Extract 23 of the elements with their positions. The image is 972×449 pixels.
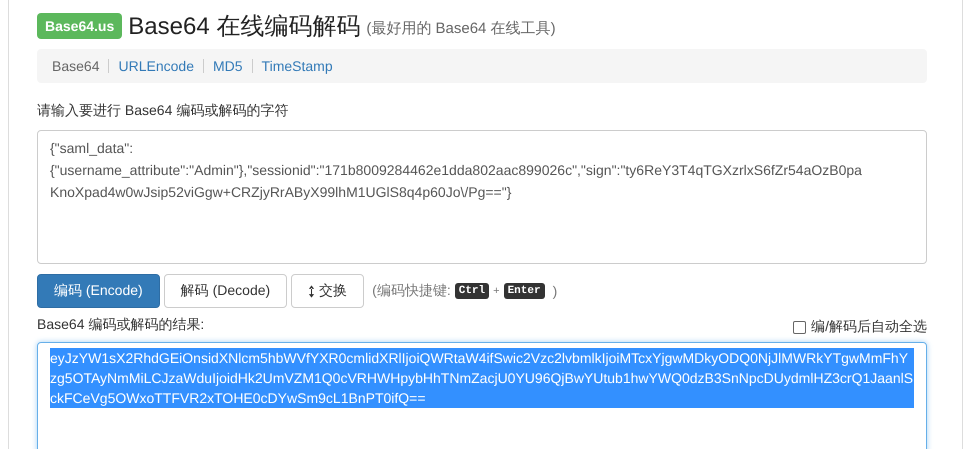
nav-link[interactable]: URLEncode — [118, 58, 194, 74]
nav-link[interactable]: Base64 — [52, 58, 100, 74]
plus-sign: + — [493, 285, 500, 297]
shortcut-hint: (编码快捷键: — [372, 282, 451, 300]
output-label: Base64 编码或解码的结果: — [37, 316, 204, 334]
page-subtitle: (最好用的 Base64 在线工具) — [366, 18, 556, 38]
logo-badge[interactable]: Base64.us — [37, 13, 122, 39]
nav-link[interactable]: TimeStamp — [262, 58, 333, 74]
swap-button[interactable]: 交换 — [291, 274, 364, 308]
checkbox-label: 编/解码后自动全选 — [811, 318, 927, 336]
encode-button[interactable]: 编码 (Encode) — [37, 274, 160, 308]
page-title: Base64 在线编码解码 — [128, 12, 360, 42]
nav-link[interactable]: MD5 — [212, 58, 243, 74]
output-text: eyJzYW1sX2RhdGEiOnsidXNlcm5hbWVfYXR0cmlidXRlIjoiQWRtaW4ifSwic2Vzc2lvbmlkIjoiMTcxYjgwMDkyODQ0NjJlMWRkYTgwMmFhYzg5OTAyNmMiLCJzaWduIjoidHk2UmVZM1Q0cVRHWHpybHhTNmZacjU0YU96QjBwYUtub1hwYWQ0dzB3SnNpcDUydmlHZ3crQ1JaanlSckFCeVg5OWxoTTFVR2xTOHE0cDYwSm9cL1BnPT0ifQ== — [50, 348, 914, 408]
auto-select-checkbox[interactable] — [793, 320, 806, 334]
swap-arrows-icon — [308, 284, 316, 298]
decode-button[interactable]: 解码 (Decode) — [164, 274, 288, 308]
key-label: Ctrl — [454, 283, 490, 299]
input-label: 请输入要进行 Base64 编码或解码的字符 — [37, 102, 290, 120]
input-field[interactable]: {"saml_data": {"username_attribute":"Admin"},"sessionid":"171b8009284462e1dda802aac899026c","sign":"ty6ReY3T4qTGXzrlxS6fZr54aOzB0pa KnoXpad4w0wJsip52viGgw+CRZjyRrAByX99lhM1UGlS8q4p60Jo\/Pg=="} — [37, 130, 927, 264]
output-field[interactable] — [37, 342, 927, 449]
key-label: Enter — [504, 283, 545, 299]
shortcut-hint-end: ) — [552, 283, 558, 299]
